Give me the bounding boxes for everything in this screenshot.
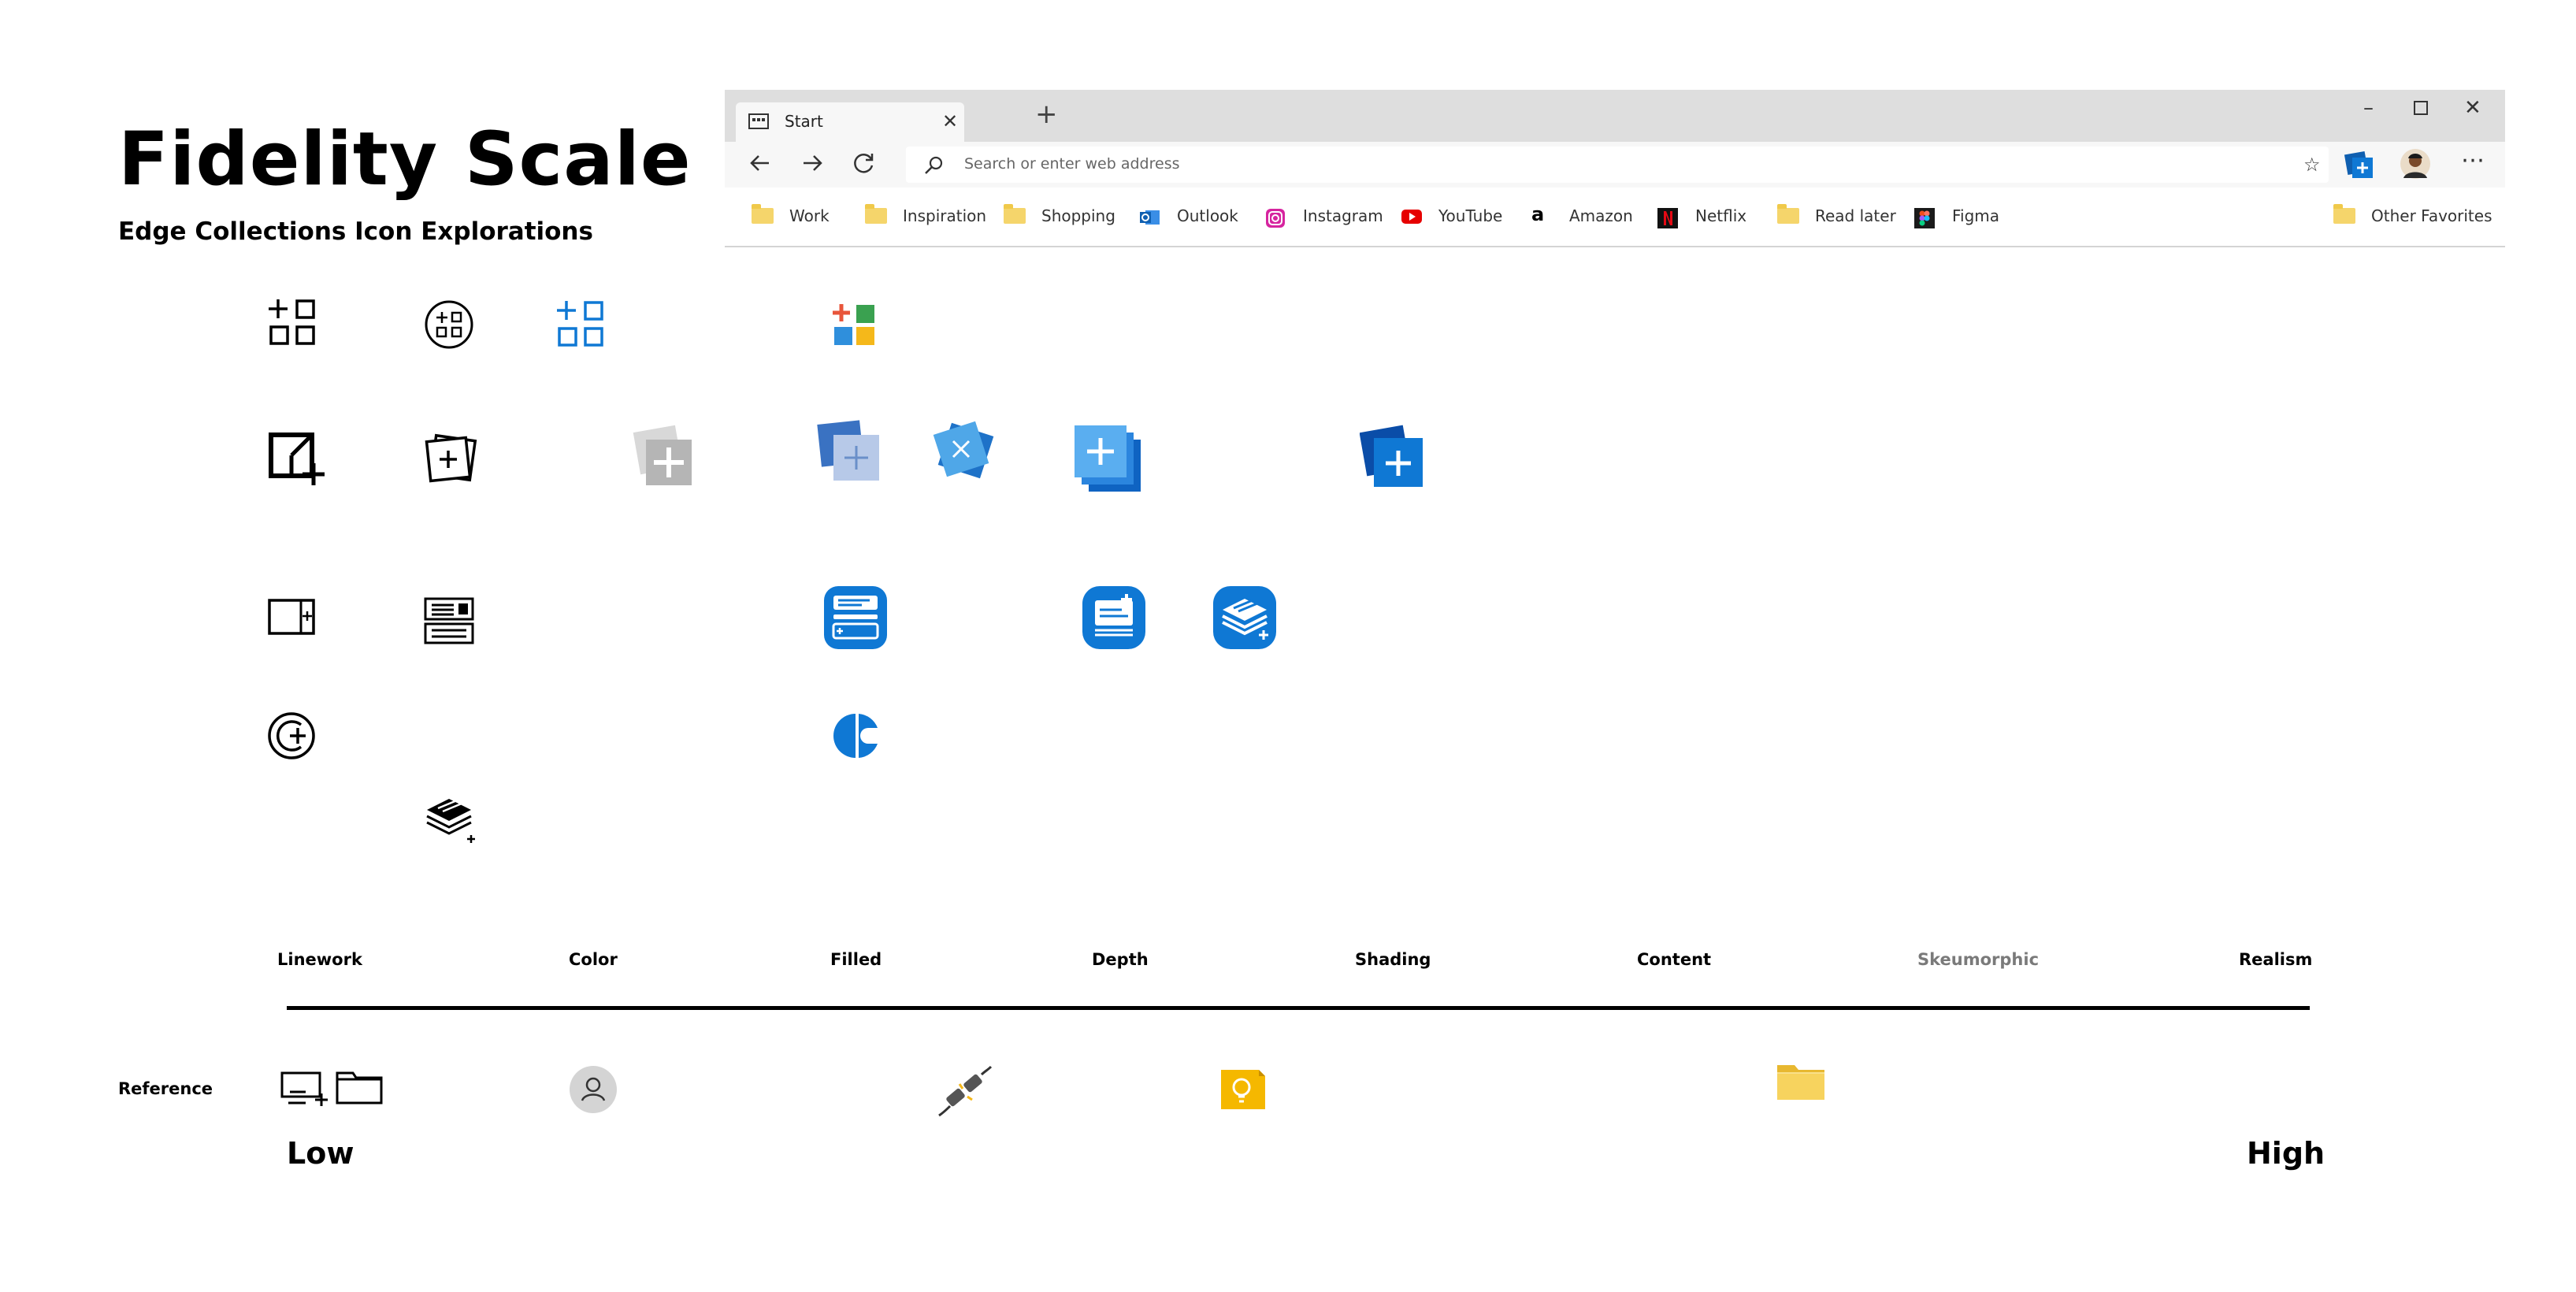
reference-yellow-folder-icon	[1776, 1060, 1826, 1103]
linework-layered-stack-icon	[424, 791, 479, 845]
page-subtitle: Edge Collections Icon Explorations	[118, 217, 593, 246]
minimize-icon[interactable]: –	[2363, 98, 2374, 118]
scale-label-depth: Depth	[1092, 950, 1149, 969]
shaded-gray-plus-icon	[630, 424, 698, 492]
amazon-icon: a	[1531, 203, 1545, 225]
youtube-icon	[1401, 208, 1423, 225]
instagram-icon	[1265, 208, 1286, 228]
linework-stack-plus-icon	[268, 432, 328, 488]
close-tab-icon[interactable]: ✕	[942, 110, 958, 132]
scale-high-label: High	[2247, 1136, 2325, 1171]
address-input[interactable]: Search or enter web address	[964, 155, 1180, 173]
folder-icon	[865, 204, 887, 224]
scale-label-shading: Shading	[1355, 950, 1431, 969]
scale-label-content: Content	[1637, 950, 1712, 969]
favorite-label: Netflix	[1695, 206, 1747, 225]
outlook-icon	[1139, 208, 1161, 227]
profile-avatar[interactable]	[2400, 148, 2431, 180]
fidelity-axis-line	[287, 1006, 2310, 1010]
start-page-icon	[748, 113, 769, 129]
favorites-bar: Work Inspiration Shopping Outlook Instag…	[725, 187, 2505, 246]
folder-icon	[752, 204, 774, 224]
favorite-star-icon[interactable]: ☆	[2303, 154, 2321, 176]
shading-blue-plus-icon	[1360, 424, 1426, 490]
reference-folder-outline-icon	[336, 1070, 383, 1105]
favorite-label: Work	[789, 206, 830, 225]
favorite-label: Shopping	[1041, 206, 1115, 225]
scale-label-color: Color	[569, 950, 618, 969]
favorite-label: Outlook	[1177, 206, 1238, 225]
linework-tilted-plus-icon	[424, 432, 479, 487]
reference-label: Reference	[118, 1079, 213, 1098]
depth-tilted-blue-x-icon	[930, 419, 1000, 487]
favorite-label: Instagram	[1303, 206, 1383, 225]
forward-icon[interactable]	[799, 150, 826, 176]
scale-low-label: Low	[287, 1136, 354, 1171]
address-bar[interactable]: Search or enter web address ☆	[906, 147, 2329, 183]
linework-panel-plus-icon	[268, 599, 317, 635]
favorite-label: Read later	[1815, 206, 1896, 225]
folder-icon	[2333, 204, 2355, 224]
reference-add-device-icon	[280, 1068, 331, 1108]
reference-plug-icon	[936, 1064, 996, 1120]
figma-icon	[1914, 208, 1935, 228]
filled-blue-c-icon	[832, 711, 881, 761]
folder-icon	[1004, 204, 1026, 224]
linework-circle-grid-icon	[424, 299, 474, 350]
favorite-label: YouTube	[1438, 206, 1503, 225]
folder-icon	[1777, 204, 1799, 224]
linework-circle-c-plus-icon	[266, 711, 317, 761]
reference-lightbulb-note-icon	[1216, 1065, 1268, 1116]
new-tab-icon[interactable]: +	[1035, 101, 1058, 128]
filled-blue-list-icon	[822, 585, 889, 651]
favorite-label: Figma	[1952, 206, 2000, 225]
reference-person-icon	[569, 1065, 618, 1114]
page-title: Fidelity Scale	[118, 117, 692, 202]
maximize-icon[interactable]	[2414, 101, 2428, 115]
browser-window: Start ✕ + – ✕ Search or enter web addres…	[725, 90, 2505, 247]
shading-blue-stack-icon	[1212, 585, 1278, 651]
scale-label-linework: Linework	[277, 950, 362, 969]
linework-cards-icon	[424, 597, 474, 646]
depth-blue-stack-plus-icon	[1073, 424, 1145, 496]
tab-start[interactable]: Start ✕	[736, 102, 964, 142]
refresh-icon[interactable]	[851, 150, 878, 176]
color-grid-plus-icon	[556, 299, 605, 348]
more-options-icon[interactable]: ⋯	[2461, 147, 2485, 174]
scale-label-skeumorphic: Skeumorphic	[1917, 950, 2040, 969]
filled-stacked-blue-plus-icon	[816, 418, 884, 485]
collections-icon[interactable]	[2343, 148, 2376, 181]
favorite-label: Amazon	[1569, 206, 1633, 225]
favorite-label: Inspiration	[903, 206, 987, 225]
scale-label-realism: Realism	[2239, 950, 2313, 969]
close-window-icon[interactable]: ✕	[2464, 98, 2481, 118]
favorite-label: Other Favorites	[2371, 206, 2492, 225]
depth-blue-card-icon	[1081, 585, 1147, 651]
tab-strip: Start ✕ + – ✕	[725, 90, 2505, 142]
scale-label-filled: Filled	[830, 950, 882, 969]
search-icon	[923, 156, 944, 175]
linework-grid-plus-icon	[268, 298, 317, 347]
filled-color-grid-icon	[832, 303, 878, 348]
netflix-icon	[1657, 208, 1678, 228]
back-icon[interactable]	[747, 150, 774, 176]
tab-title: Start	[785, 112, 823, 131]
browser-toolbar: Search or enter web address ☆ ⋯	[725, 142, 2505, 187]
